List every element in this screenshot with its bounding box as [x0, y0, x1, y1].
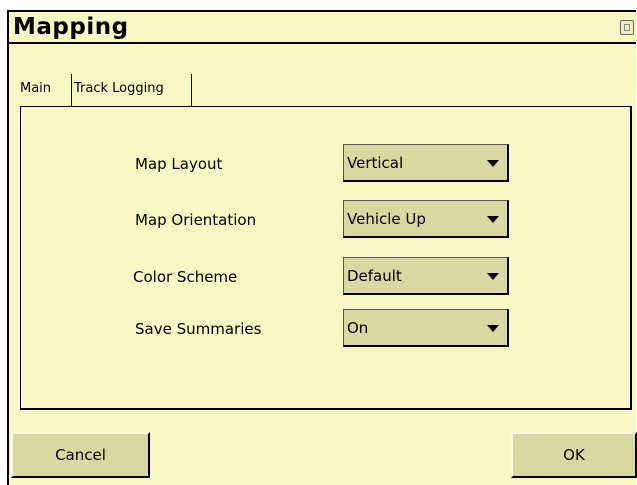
mapping-window: Mapping Main Track Logging Map Layout Ve… — [7, 10, 637, 485]
map-layout-dropdown[interactable]: Vertical — [343, 144, 509, 182]
window-title: Mapping — [13, 14, 129, 40]
save-summaries-dropdown[interactable]: On — [343, 309, 509, 347]
chevron-down-icon — [487, 160, 499, 167]
chevron-down-icon — [487, 216, 499, 223]
map-orientation-label: Map Orientation — [135, 211, 257, 229]
map-layout-label: Map Layout — [135, 155, 223, 173]
tab-track-logging[interactable]: Track Logging — [71, 74, 192, 106]
color-scheme-label: Color Scheme — [133, 268, 238, 286]
cancel-button[interactable]: Cancel — [11, 432, 150, 478]
color-scheme-dropdown[interactable]: Default — [343, 257, 509, 295]
chevron-down-icon — [487, 273, 499, 280]
color-scheme-value: Default — [347, 267, 402, 285]
map-orientation-value: Vehicle Up — [347, 210, 426, 228]
save-summaries-label: Save Summaries — [135, 320, 262, 338]
close-icon[interactable] — [620, 20, 634, 35]
title-bar: Mapping — [9, 12, 636, 44]
map-layout-value: Vertical — [347, 154, 404, 172]
chevron-down-icon — [487, 325, 499, 332]
ok-button[interactable]: OK — [511, 432, 637, 478]
settings-panel: Map Layout Vertical Map Orientation Vehi… — [20, 106, 632, 410]
save-summaries-value: On — [347, 319, 369, 337]
map-orientation-dropdown[interactable]: Vehicle Up — [343, 200, 509, 238]
tab-main[interactable]: Main — [20, 74, 71, 106]
